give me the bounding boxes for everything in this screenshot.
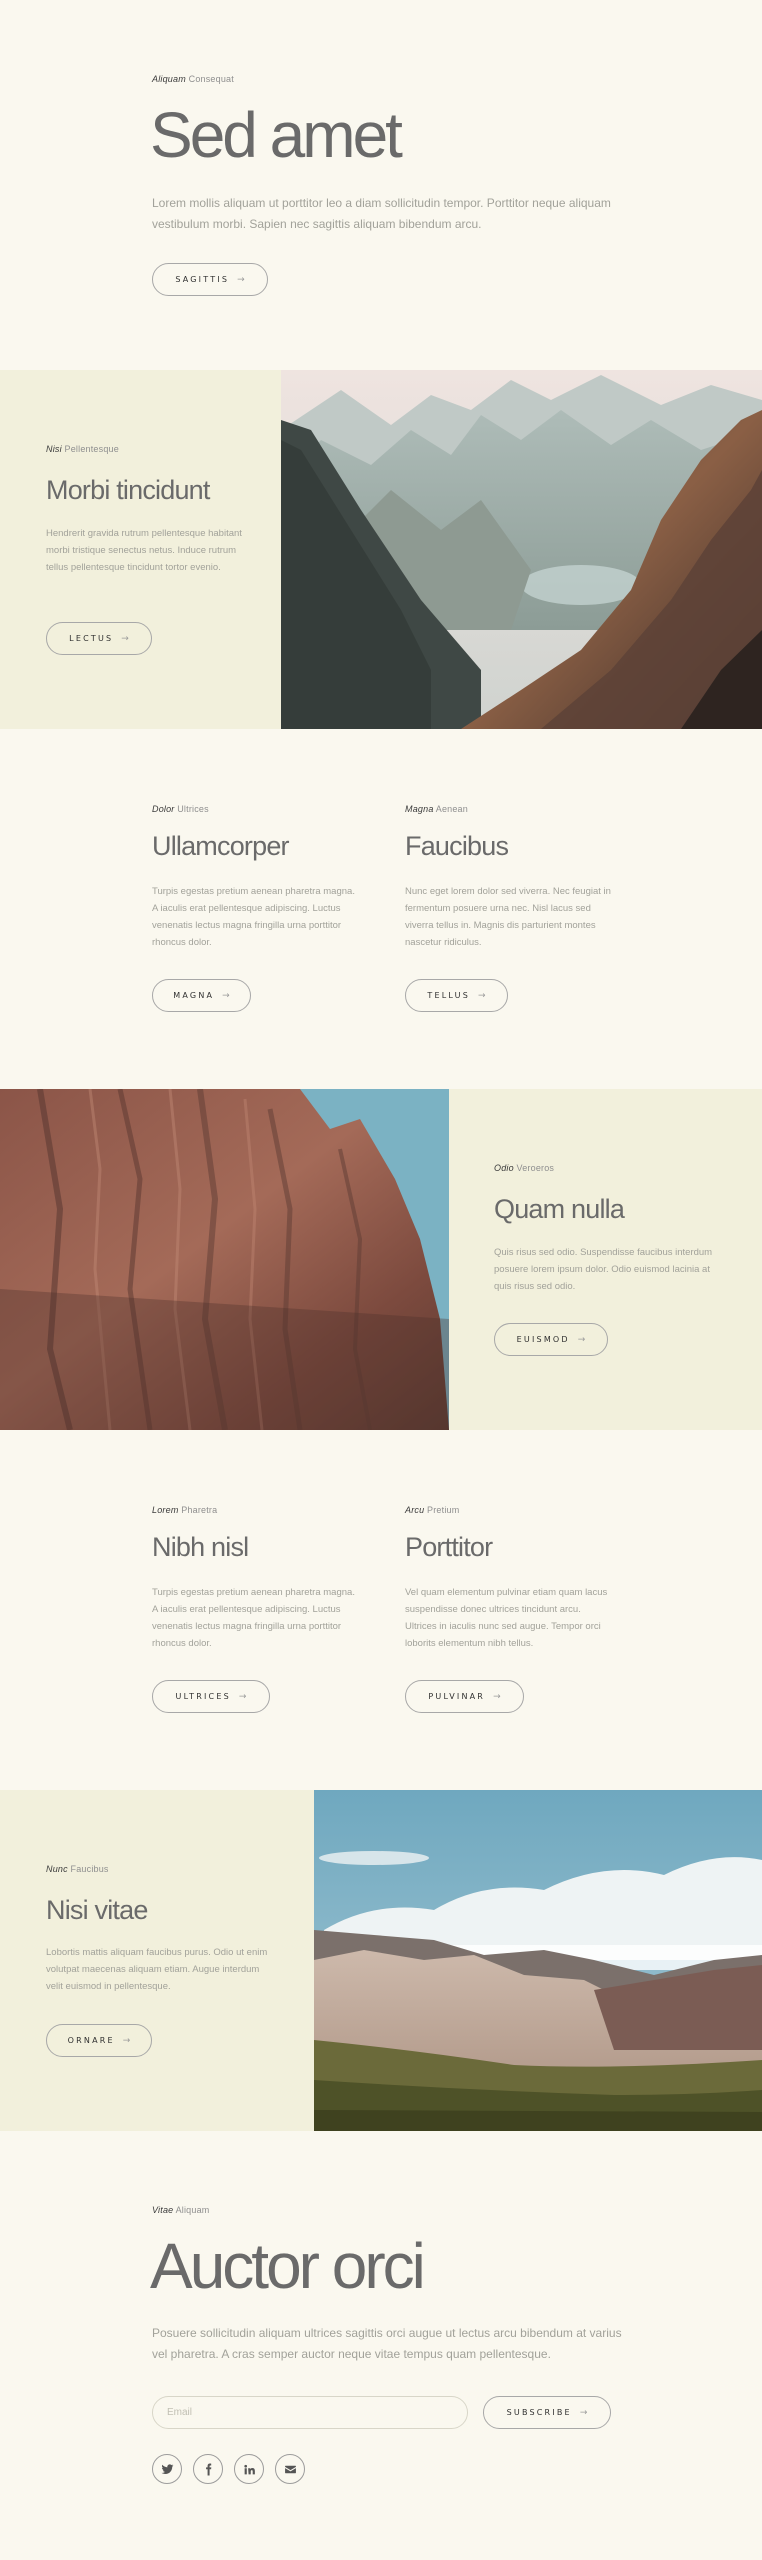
- ultrices-button-label: ULTRICES: [175, 1692, 231, 1701]
- social-links: [152, 2454, 305, 2484]
- ullamcorper-text: Turpis egestas pretium aenean pharetra m…: [152, 886, 355, 948]
- porttitor-eyebrow: Arcu Pretium: [405, 1505, 459, 1515]
- pulvinar-button[interactable]: PULVINAR →: [405, 1680, 524, 1713]
- ullamcorper-title: Ullamcorper: [152, 831, 290, 861]
- arrow-right-icon: →: [478, 990, 486, 1001]
- euismod-button[interactable]: EUISMOD →: [494, 1323, 608, 1356]
- ornare-button-label: ORNARE: [67, 2036, 115, 2045]
- signup-title: Auctor orci: [150, 2230, 426, 2302]
- linkedin-icon: [243, 2464, 255, 2474]
- ullamcorper-eyebrow-emphasis: Dolor: [152, 804, 175, 814]
- linkedin-link[interactable]: [234, 2454, 264, 2484]
- morbi-text: Hendrerit gravida rutrum pellentesque ha…: [46, 528, 242, 573]
- nibh-title: Nibh nisl: [152, 1532, 249, 1562]
- ullamcorper-eyebrow: Dolor Ultrices: [152, 804, 209, 814]
- twitter-icon: [161, 2463, 173, 2474]
- faucibus-text: Nunc eget lorem dolor sed viverra. Nec f…: [405, 886, 611, 948]
- faucibus-eyebrow-text: Aenean: [433, 804, 468, 814]
- nisi-vitae-section: Nunc Faucibus Nisi vitae Lobortis mattis…: [0, 1790, 762, 2131]
- arrow-right-icon: →: [222, 990, 230, 1001]
- email-icon: [284, 2465, 296, 2473]
- magna-button[interactable]: MAGNA →: [152, 979, 251, 1012]
- mountain-photo: [281, 370, 762, 729]
- porttitor-eyebrow-emphasis: Arcu: [405, 1505, 425, 1515]
- quam-text: Quis risus sed odio. Suspendisse faucibu…: [494, 1247, 713, 1292]
- hero-text: Lorem mollis aliquam ut porttitor leo a …: [152, 196, 611, 231]
- morbi-eyebrow-emphasis: Nisi: [46, 444, 62, 454]
- tellus-button-label: TELLUS: [427, 991, 471, 1000]
- lectus-button[interactable]: LECTUS →: [46, 622, 152, 655]
- quam-section: Odio Veroeros Quam nulla Quis risus sed …: [0, 1089, 762, 1430]
- signup-text: Posuere sollicitudin aliquam ultrices sa…: [152, 2326, 622, 2361]
- arrow-right-icon: →: [238, 1691, 247, 1702]
- nibh-eyebrow: Lorem Pharetra: [152, 1505, 217, 1515]
- page: Aliquam Consequat Sed amet Lorem mollis …: [0, 0, 762, 2560]
- hero-eyebrow-emphasis: Aliquam: [152, 74, 186, 84]
- signup-section: Vitae Aliquam Auctor orci Posuere sollic…: [0, 2131, 762, 2560]
- nisi-vitae-eyebrow-emphasis: Nunc: [46, 1864, 68, 1874]
- nibh-text: Turpis egestas pretium aenean pharetra m…: [152, 1587, 355, 1649]
- columns-section-2: Lorem Pharetra Nibh nisl Turpis egestas …: [0, 1505, 762, 1715]
- columns-section-1: Dolor Ultrices Ullamcorper Turpis egesta…: [0, 804, 762, 1014]
- email-link[interactable]: [275, 2454, 305, 2484]
- twitter-link[interactable]: [152, 2454, 182, 2484]
- nibh-eyebrow-text: Pharetra: [178, 1505, 218, 1515]
- nisi-vitae-eyebrow-text: Faucibus: [67, 1864, 109, 1874]
- pulvinar-button-label: PULVINAR: [428, 1692, 486, 1701]
- hero-eyebrow-text: Consequat: [185, 74, 234, 84]
- arrow-right-icon: →: [122, 2035, 131, 2046]
- arrow-right-icon: →: [579, 2407, 588, 2418]
- hills-photo: [314, 1790, 762, 2131]
- arrow-right-icon: →: [237, 274, 245, 285]
- subscribe-button-label: SUBSCRIBE: [506, 2408, 572, 2417]
- quam-eyebrow-emphasis: Odio: [494, 1163, 514, 1173]
- facebook-icon: [205, 2463, 211, 2475]
- magna-button-label: MAGNA: [173, 991, 215, 1000]
- arrow-right-icon: →: [121, 633, 129, 644]
- nisi-vitae-eyebrow: Nunc Faucibus: [46, 1864, 109, 1874]
- lectus-button-label: LECTUS: [69, 634, 114, 643]
- porttitor-title: Porttitor: [405, 1532, 493, 1562]
- nisi-vitae-title: Nisi vitae: [46, 1895, 148, 1925]
- quam-title: Quam nulla: [494, 1194, 625, 1224]
- sagittis-button-label: SAGITTIS: [175, 275, 230, 284]
- subscribe-button[interactable]: SUBSCRIBE →: [483, 2396, 611, 2429]
- euismod-button-label: EUISMOD: [516, 1335, 570, 1344]
- porttitor-text: Vel quam elementum pulvinar etiam quam l…: [405, 1587, 608, 1649]
- tellus-button[interactable]: TELLUS →: [405, 979, 508, 1012]
- hero-section: Aliquam Consequat Sed amet Lorem mollis …: [0, 0, 762, 370]
- ornare-button[interactable]: ORNARE →: [46, 2024, 152, 2057]
- faucibus-eyebrow-emphasis: Magna: [405, 804, 434, 814]
- porttitor-eyebrow-text: Pretium: [424, 1505, 460, 1515]
- nisi-vitae-text: Lobortis mattis aliquam faucibus purus. …: [46, 1947, 268, 1992]
- sagittis-button[interactable]: SAGITTIS →: [152, 263, 268, 296]
- ullamcorper-eyebrow-text: Ultrices: [174, 804, 209, 814]
- signup-eyebrow-text: Aliquam: [173, 2205, 210, 2215]
- morbi-eyebrow-text: Pellentesque: [61, 444, 119, 454]
- morbi-eyebrow: Nisi Pellentesque: [46, 444, 119, 454]
- morbi-title: Morbi tincidunt: [46, 475, 210, 505]
- ultrices-button[interactable]: ULTRICES →: [152, 1680, 270, 1713]
- faucibus-title: Faucibus: [405, 831, 509, 861]
- nibh-eyebrow-emphasis: Lorem: [152, 1505, 179, 1515]
- email-field[interactable]: [152, 2396, 468, 2429]
- hero-eyebrow: Aliquam Consequat: [152, 74, 234, 84]
- arrow-right-icon: →: [577, 1334, 586, 1345]
- red-cliff-photo: [0, 1089, 449, 1430]
- arrow-right-icon: →: [493, 1691, 501, 1702]
- hero-title: Sed amet: [150, 99, 403, 171]
- facebook-link[interactable]: [193, 2454, 223, 2484]
- morbi-section: Nisi Pellentesque Morbi tincidunt Hendre…: [0, 370, 762, 729]
- faucibus-eyebrow: Magna Aenean: [405, 804, 468, 814]
- signup-eyebrow: Vitae Aliquam: [152, 2205, 209, 2215]
- quam-eyebrow: Odio Veroeros: [494, 1163, 554, 1173]
- signup-eyebrow-emphasis: Vitae: [152, 2205, 174, 2215]
- quam-eyebrow-text: Veroeros: [513, 1163, 555, 1173]
